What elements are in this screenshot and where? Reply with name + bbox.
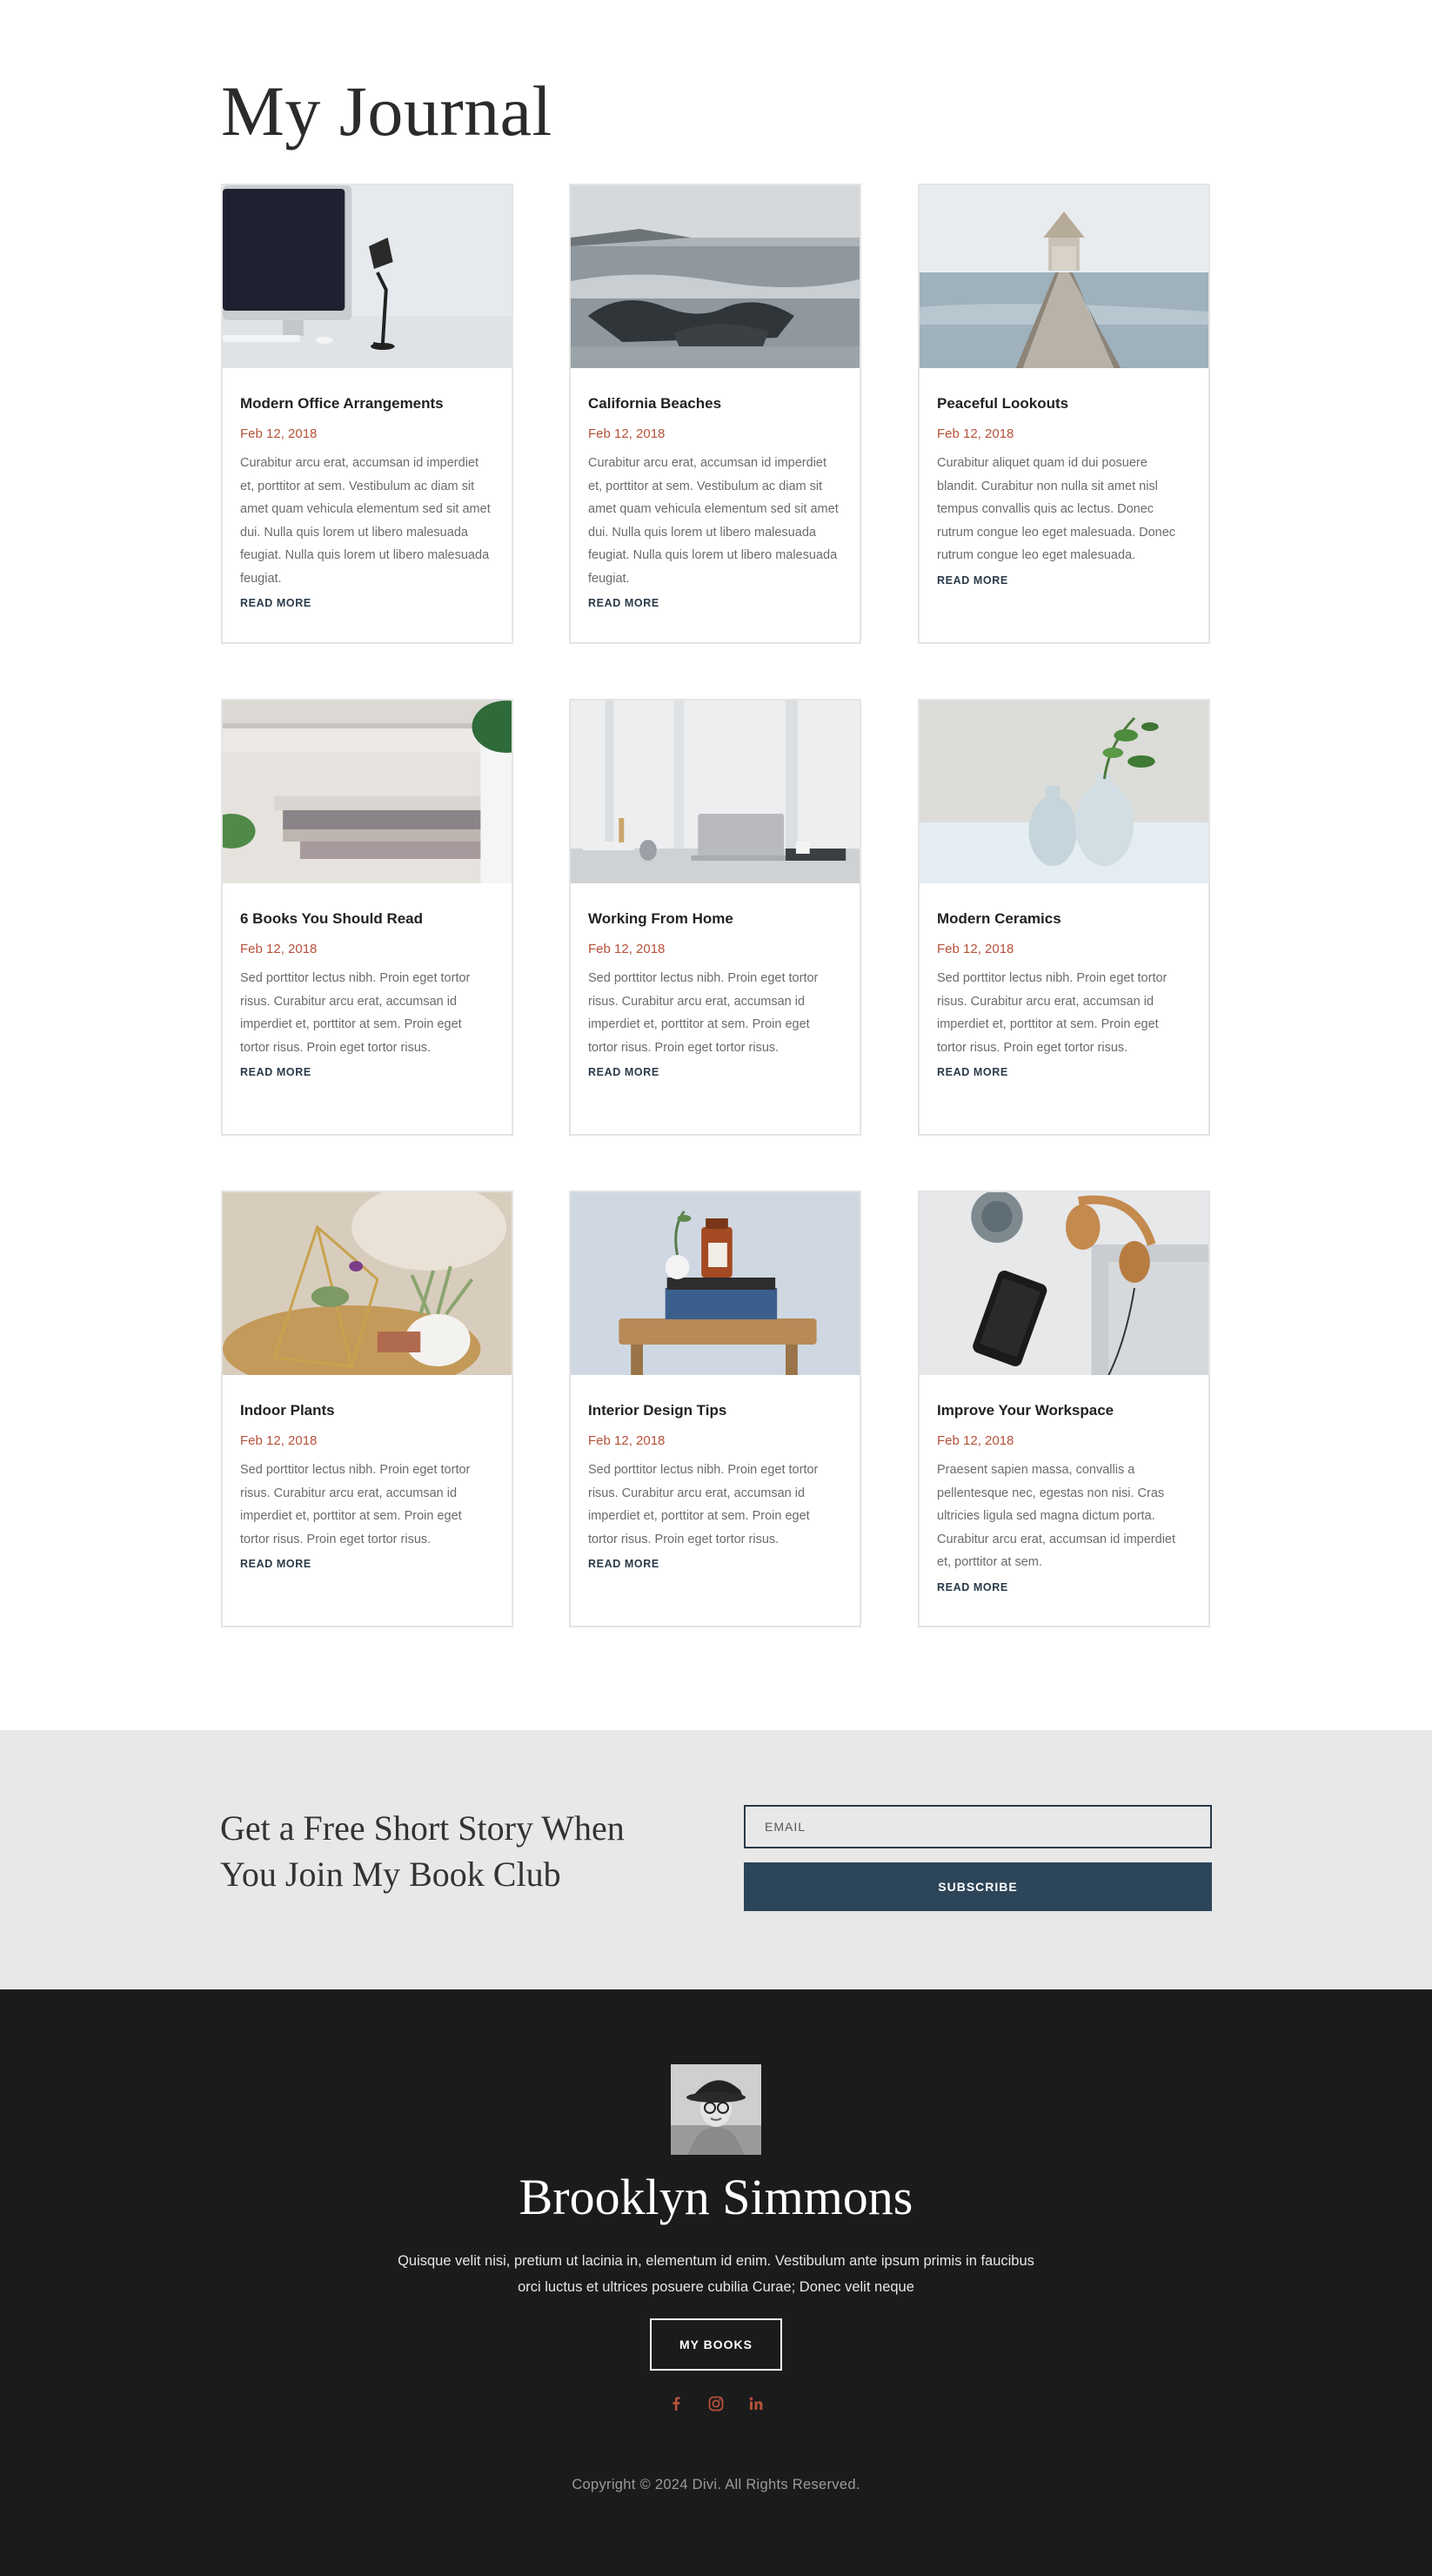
post-image-office[interactable] [223,185,512,368]
footer: Brooklyn Simmons Quisque velit nisi, pre… [0,1989,1432,2576]
post-excerpt: Sed porttitor lectus nibh. Proin eget to… [240,971,471,1055]
post-date: Feb 12, 2018 [240,942,318,956]
read-more-link[interactable]: READ MORE [588,1066,659,1078]
read-more-link[interactable]: READ MORE [588,1558,659,1570]
read-more-link[interactable]: READ MORE [937,1066,1008,1078]
read-more-link[interactable]: READ MORE [240,597,311,609]
author-name: Brooklyn Simmons [519,2169,913,2225]
avatar [671,2064,761,2155]
post-title[interactable]: California Beaches [588,394,842,413]
post-excerpt: Sed porttitor lectus nibh. Proin eget to… [588,1463,819,1546]
read-more-link[interactable]: READ MORE [240,1066,311,1078]
post-image-ceramics[interactable] [920,701,1208,883]
post-image-books[interactable] [223,701,512,883]
post-card: Modern Office Arrangements Feb 12, 2018 … [221,184,513,644]
post-excerpt: Curabitur arcu erat, accumsan id imperdi… [240,456,491,586]
post-title[interactable]: Interior Design Tips [588,1401,842,1420]
post-excerpt: Sed porttitor lectus nibh. Proin eget to… [588,971,819,1055]
newsletter-section: Get a Free Short Story When You Join My … [0,1730,1432,1989]
post-date: Feb 12, 2018 [588,426,666,441]
post-title[interactable]: 6 Books You Should Read [240,909,494,929]
post-excerpt: Praesent sapien massa, convallis a pelle… [937,1463,1176,1569]
read-more-link[interactable]: READ MORE [240,1558,311,1570]
post-date: Feb 12, 2018 [937,1433,1014,1448]
post-image-home-office[interactable] [571,701,860,883]
post-title[interactable]: Modern Office Arrangements [240,394,494,413]
post-image-pier[interactable] [920,185,1208,368]
page: My Journal Modern Office Arrangements Fe… [0,0,1432,2576]
post-title[interactable]: Working From Home [588,909,842,929]
post-date: Feb 12, 2018 [240,426,318,441]
instagram-icon[interactable] [706,2394,726,2413]
post-excerpt: Sed porttitor lectus nibh. Proin eget to… [937,971,1168,1055]
read-more-link[interactable]: READ MORE [937,574,1008,587]
post-card: Indoor Plants Feb 12, 2018 Sed porttitor… [221,1191,513,1627]
post-excerpt: Curabitur aliquet quam id dui posuere bl… [937,456,1176,562]
email-field[interactable] [744,1805,1212,1848]
my-books-button[interactable]: MY BOOKS [650,2318,782,2371]
post-date: Feb 12, 2018 [588,942,666,956]
post-date: Feb 12, 2018 [588,1433,666,1448]
post-date: Feb 12, 2018 [240,1433,318,1448]
copyright-text: Copyright © 2024 Divi. All Rights Reserv… [572,2477,860,2492]
post-image-beach[interactable] [571,185,860,368]
post-card: California Beaches Feb 12, 2018 Curabitu… [569,184,861,644]
social-links [666,2393,766,2414]
post-card: Modern Ceramics Feb 12, 2018 Sed porttit… [918,699,1210,1136]
newsletter-heading: Get a Free Short Story When You Join My … [220,1808,625,1894]
page-title: My Journal [221,71,552,151]
post-card: Improve Your Workspace Feb 12, 2018 Prae… [918,1191,1210,1627]
journal-section: My Journal Modern Office Arrangements Fe… [0,0,1432,1730]
post-date: Feb 12, 2018 [937,942,1014,956]
post-card: 6 Books You Should Read Feb 12, 2018 Sed… [221,699,513,1136]
read-more-link[interactable]: READ MORE [937,1581,1008,1593]
linkedin-icon[interactable] [746,2394,766,2413]
post-card: Working From Home Feb 12, 2018 Sed portt… [569,699,861,1136]
facebook-icon[interactable] [666,2394,686,2413]
subscribe-button[interactable]: SUBSCRIBE [744,1862,1212,1911]
post-title[interactable]: Indoor Plants [240,1401,494,1420]
post-card: Interior Design Tips Feb 12, 2018 Sed po… [569,1191,861,1627]
post-title[interactable]: Improve Your Workspace [937,1401,1191,1420]
post-title[interactable]: Peaceful Lookouts [937,394,1191,413]
post-image-workspace[interactable] [920,1192,1208,1375]
author-bio: Quisque velit nisi, pretium ut lacinia i… [398,2253,1034,2295]
post-image-plants[interactable] [223,1192,512,1375]
read-more-link[interactable]: READ MORE [588,597,659,609]
post-date: Feb 12, 2018 [937,426,1014,441]
post-title[interactable]: Modern Ceramics [937,909,1191,929]
post-image-interior[interactable] [571,1192,860,1375]
post-excerpt: Curabitur arcu erat, accumsan id imperdi… [588,456,839,586]
post-card: Peaceful Lookouts Feb 12, 2018 Curabitur… [918,184,1210,644]
post-excerpt: Sed porttitor lectus nibh. Proin eget to… [240,1463,471,1546]
